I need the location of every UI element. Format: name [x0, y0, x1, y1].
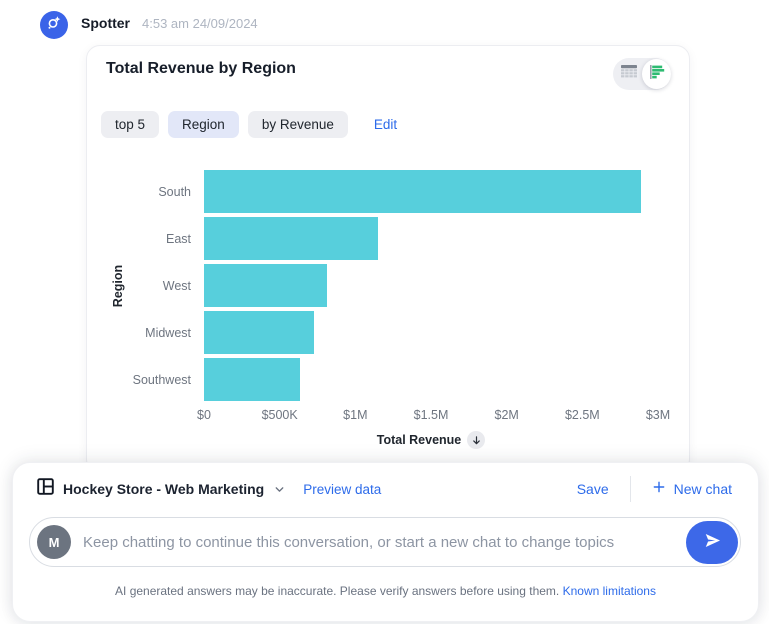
y-tick-label: West	[95, 279, 204, 293]
data-source-name: Hockey Store - Web Marketing	[63, 481, 264, 497]
answer-card: Total Revenue by Region	[86, 45, 690, 473]
new-chat-button[interactable]: New chat	[652, 480, 732, 499]
chart-row: Southwest	[95, 358, 658, 401]
x-tick-label: $1M	[343, 408, 367, 422]
x-tick-label: $1.5M	[414, 408, 449, 422]
data-source-selector[interactable]: Hockey Store - Web Marketing	[37, 478, 286, 500]
bar-east[interactable]	[204, 217, 378, 260]
known-limitations-link[interactable]: Known limitations	[563, 584, 656, 598]
x-tick-label: $0	[197, 408, 211, 422]
x-tick-label: $500K	[262, 408, 298, 422]
bar-midwest[interactable]	[204, 311, 314, 354]
spotter-avatar	[40, 11, 68, 39]
spotter-sparkle-icon	[46, 15, 62, 36]
chat-panel-header: Hockey Store - Web Marketing Preview dat…	[37, 475, 732, 503]
preview-data-link[interactable]: Preview data	[303, 482, 381, 497]
bar-track	[204, 264, 658, 307]
chart-row: South	[95, 170, 658, 213]
chart-row: Midwest	[95, 311, 658, 354]
table-icon	[620, 64, 638, 84]
chat-panel: Hockey Store - Web Marketing Preview dat…	[12, 462, 759, 622]
y-tick-label: East	[95, 232, 204, 246]
user-avatar: M	[37, 525, 71, 559]
worksheet-icon	[37, 478, 54, 500]
new-chat-label: New chat	[674, 481, 732, 497]
ai-disclaimer: AI generated answers may be inaccurate. …	[13, 584, 758, 598]
table-view-button[interactable]	[615, 60, 642, 88]
bar-south[interactable]	[204, 170, 641, 213]
bar-track	[204, 311, 658, 354]
y-tick-label: South	[95, 185, 204, 199]
token-chip-top5[interactable]: top 5	[101, 111, 159, 138]
save-button[interactable]: Save	[577, 481, 609, 497]
x-axis-label: Total Revenue	[377, 433, 462, 447]
view-toggle	[613, 58, 671, 90]
bar-track	[204, 358, 658, 401]
vertical-divider	[630, 476, 631, 502]
x-axis-title: Total Revenue	[204, 431, 658, 449]
chat-input-container: M	[29, 517, 741, 567]
message-timestamp: 4:53 am 24/09/2024	[142, 16, 258, 31]
bar-track	[204, 170, 658, 213]
token-chip-region[interactable]: Region	[168, 111, 239, 138]
x-axis-ticks: $0$500K$1M$1.5M$2M$2.5M$3M	[204, 408, 658, 424]
chat-input[interactable]	[71, 534, 686, 551]
y-tick-label: Southwest	[95, 373, 204, 387]
bar-southwest[interactable]	[204, 358, 300, 401]
bar-track	[204, 217, 658, 260]
chart-row: East	[95, 217, 658, 260]
x-tick-label: $2M	[494, 408, 518, 422]
plus-icon	[652, 480, 666, 499]
send-button[interactable]	[686, 521, 738, 564]
query-token-row: top 5 Region by Revenue Edit	[101, 111, 397, 138]
chart-rows: South East West Midwest Southwest	[95, 170, 658, 405]
token-chip-by-revenue[interactable]: by Revenue	[248, 111, 348, 138]
send-plane-icon	[703, 531, 722, 553]
edit-link[interactable]: Edit	[374, 117, 397, 132]
bar-west[interactable]	[204, 264, 327, 307]
x-tick-label: $3M	[646, 408, 670, 422]
chevron-down-icon	[273, 483, 286, 496]
y-tick-label: Midwest	[95, 326, 204, 340]
sort-descending-badge[interactable]	[467, 431, 485, 449]
bar-chart-icon	[649, 64, 665, 85]
bar-chart-view-button[interactable]	[642, 59, 671, 89]
x-tick-label: $2.5M	[565, 408, 600, 422]
disclaimer-text: AI generated answers may be inaccurate. …	[115, 584, 559, 598]
chart-row: West	[95, 264, 658, 307]
app-name: Spotter	[81, 15, 130, 31]
chart-title: Total Revenue by Region	[106, 60, 296, 78]
